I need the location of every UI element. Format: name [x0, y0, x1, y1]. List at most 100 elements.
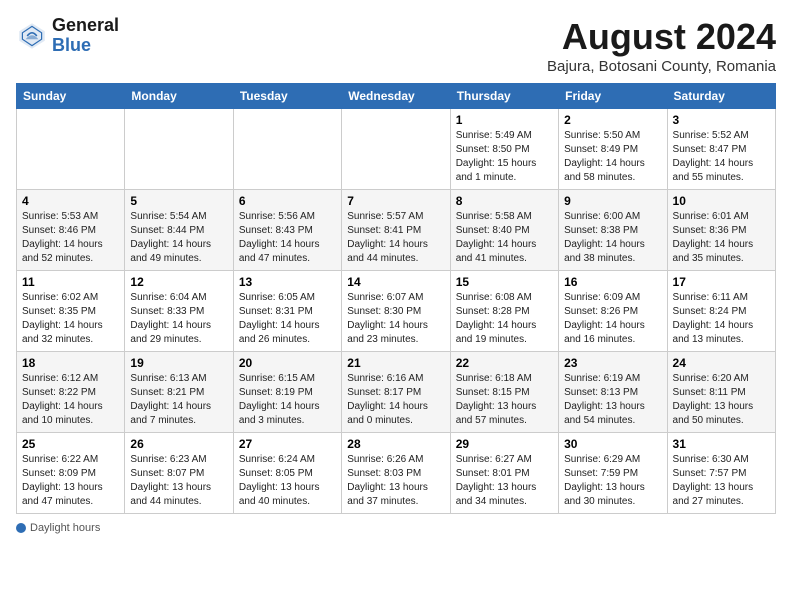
calendar-cell: 28Sunrise: 6:26 AM Sunset: 8:03 PM Dayli…	[342, 433, 450, 514]
calendar-cell: 13 Sunrise: 6:05 AM Sunset: 8:31 PM Dayli…	[233, 271, 341, 352]
day-info: Sunrise: 5:50 AM Sunset: 8:49 PM Dayligh…	[564, 129, 661, 185]
logo: General Blue	[16, 16, 119, 56]
day-info: Sunrise: 5:49 AM Sunset: 8:50 PM Dayligh…	[456, 129, 553, 185]
logo-icon	[16, 20, 48, 52]
day-info: Sunrise: 6:00 AM Sunset: 8:38 PM Dayligh…	[564, 210, 661, 266]
calendar-cell	[233, 109, 341, 190]
day-info: Sunrise: 6:11 AM Sunset: 8:24 PM Dayligh…	[673, 291, 770, 347]
day-number: 29	[456, 437, 553, 451]
calendar-cell: 25Sunrise: 6:22 AM Sunset: 8:09 PM Dayli…	[17, 433, 125, 514]
calendar-day-header: Thursday	[450, 84, 558, 109]
day-number: 22	[456, 356, 553, 370]
day-number: 5	[130, 194, 227, 208]
calendar-cell: 3 Sunrise: 5:52 AM Sunset: 8:47 PM Daylig…	[667, 109, 775, 190]
page-header: General Blue August 2024 Bajura, Botosan…	[16, 16, 776, 75]
calendar-header-row: SundayMondayTuesdayWednesdayThursdayFrid…	[17, 84, 776, 109]
day-number: 27	[239, 437, 336, 451]
day-number: 25	[22, 437, 119, 451]
day-info: Sunrise: 5:53 AM Sunset: 8:46 PM Dayligh…	[22, 210, 119, 266]
calendar-day-header: Wednesday	[342, 84, 450, 109]
day-info: Sunrise: 6:04 AM Sunset: 8:33 PM Dayligh…	[130, 291, 227, 347]
day-info: Sunrise: 6:15 AM Sunset: 8:19 PM Dayligh…	[239, 372, 336, 428]
calendar-cell	[125, 109, 233, 190]
calendar-cell: 14 Sunrise: 6:07 AM Sunset: 8:30 PM Dayli…	[342, 271, 450, 352]
day-number: 10	[673, 194, 770, 208]
calendar-cell: 30Sunrise: 6:29 AM Sunset: 7:59 PM Dayli…	[559, 433, 667, 514]
day-info: Sunrise: 6:26 AM Sunset: 8:03 PM Dayligh…	[347, 453, 444, 509]
day-number: 3	[673, 113, 770, 127]
day-info: Sunrise: 6:24 AM Sunset: 8:05 PM Dayligh…	[239, 453, 336, 509]
daylight-label: Daylight hours	[30, 522, 100, 534]
calendar-week-row: 18 Sunrise: 6:12 AM Sunset: 8:22 PM Dayli…	[17, 352, 776, 433]
calendar-cell: 4 Sunrise: 5:53 AM Sunset: 8:46 PM Daylig…	[17, 190, 125, 271]
day-info: Sunrise: 6:02 AM Sunset: 8:35 PM Dayligh…	[22, 291, 119, 347]
day-info: Sunrise: 5:52 AM Sunset: 8:47 PM Dayligh…	[673, 129, 770, 185]
calendar-cell	[342, 109, 450, 190]
calendar-cell: 21Sunrise: 6:16 AM Sunset: 8:17 PM Dayli…	[342, 352, 450, 433]
calendar-cell: 9 Sunrise: 6:00 AM Sunset: 8:38 PM Daylig…	[559, 190, 667, 271]
day-info: Sunrise: 5:57 AM Sunset: 8:41 PM Dayligh…	[347, 210, 444, 266]
day-number: 18	[22, 356, 119, 370]
calendar-week-row: 4 Sunrise: 5:53 AM Sunset: 8:46 PM Daylig…	[17, 190, 776, 271]
day-number: 19	[130, 356, 227, 370]
day-info: Sunrise: 6:09 AM Sunset: 8:26 PM Dayligh…	[564, 291, 661, 347]
calendar-cell: 2 Sunrise: 5:50 AM Sunset: 8:49 PM Daylig…	[559, 109, 667, 190]
day-number: 8	[456, 194, 553, 208]
calendar-day-header: Tuesday	[233, 84, 341, 109]
day-number: 11	[22, 275, 119, 289]
day-number: 13	[239, 275, 336, 289]
day-number: 26	[130, 437, 227, 451]
logo-text: General Blue	[52, 16, 119, 56]
day-number: 4	[22, 194, 119, 208]
calendar-cell: 22 Sunrise: 6:18 AM Sunset: 8:15 PM Dayli…	[450, 352, 558, 433]
day-number: 6	[239, 194, 336, 208]
day-number: 20	[239, 356, 336, 370]
day-info: Sunrise: 6:16 AM Sunset: 8:17 PM Dayligh…	[347, 372, 444, 428]
calendar-cell: 29 Sunrise: 6:27 AM Sunset: 8:01 PM Dayli…	[450, 433, 558, 514]
calendar-cell: 6 Sunrise: 5:56 AM Sunset: 8:43 PM Daylig…	[233, 190, 341, 271]
calendar-cell: 24 Sunrise: 6:20 AM Sunset: 8:11 PM Dayli…	[667, 352, 775, 433]
day-info: Sunrise: 6:13 AM Sunset: 8:21 PM Dayligh…	[130, 372, 227, 428]
day-info: Sunrise: 6:07 AM Sunset: 8:30 PM Dayligh…	[347, 291, 444, 347]
calendar-cell: 8Sunrise: 5:58 AM Sunset: 8:40 PM Daylig…	[450, 190, 558, 271]
day-info: Sunrise: 5:56 AM Sunset: 8:43 PM Dayligh…	[239, 210, 336, 266]
calendar-cell: 19 Sunrise: 6:13 AM Sunset: 8:21 PM Dayli…	[125, 352, 233, 433]
calendar-cell: 10Sunrise: 6:01 AM Sunset: 8:36 PM Dayli…	[667, 190, 775, 271]
day-number: 14	[347, 275, 444, 289]
day-info: Sunrise: 6:05 AM Sunset: 8:31 PM Dayligh…	[239, 291, 336, 347]
calendar-cell: 1Sunrise: 5:49 AM Sunset: 8:50 PM Daylig…	[450, 109, 558, 190]
day-info: Sunrise: 5:54 AM Sunset: 8:44 PM Dayligh…	[130, 210, 227, 266]
footer-note: Daylight hours	[16, 522, 776, 534]
day-info: Sunrise: 6:18 AM Sunset: 8:15 PM Dayligh…	[456, 372, 553, 428]
daylight-legend: Daylight hours	[16, 522, 100, 534]
day-number: 15	[456, 275, 553, 289]
day-number: 9	[564, 194, 661, 208]
calendar-cell: 7 Sunrise: 5:57 AM Sunset: 8:41 PM Daylig…	[342, 190, 450, 271]
day-info: Sunrise: 6:27 AM Sunset: 8:01 PM Dayligh…	[456, 453, 553, 509]
day-info: Sunrise: 6:12 AM Sunset: 8:22 PM Dayligh…	[22, 372, 119, 428]
calendar-cell	[17, 109, 125, 190]
calendar-cell: 16 Sunrise: 6:09 AM Sunset: 8:26 PM Dayli…	[559, 271, 667, 352]
day-number: 2	[564, 113, 661, 127]
calendar-day-header: Sunday	[17, 84, 125, 109]
calendar-cell: 27 Sunrise: 6:24 AM Sunset: 8:05 PM Dayli…	[233, 433, 341, 514]
day-info: Sunrise: 6:29 AM Sunset: 7:59 PM Dayligh…	[564, 453, 661, 509]
location-subtitle: Bajura, Botosani County, Romania	[547, 58, 776, 75]
day-number: 24	[673, 356, 770, 370]
day-info: Sunrise: 6:30 AM Sunset: 7:57 PM Dayligh…	[673, 453, 770, 509]
calendar-day-header: Friday	[559, 84, 667, 109]
calendar-cell: 5 Sunrise: 5:54 AM Sunset: 8:44 PM Daylig…	[125, 190, 233, 271]
day-number: 17	[673, 275, 770, 289]
day-number: 7	[347, 194, 444, 208]
calendar-cell: 20 Sunrise: 6:15 AM Sunset: 8:19 PM Dayli…	[233, 352, 341, 433]
month-year-title: August 2024	[547, 16, 776, 58]
calendar-day-header: Monday	[125, 84, 233, 109]
calendar-week-row: 11 Sunrise: 6:02 AM Sunset: 8:35 PM Dayli…	[17, 271, 776, 352]
day-number: 16	[564, 275, 661, 289]
calendar-cell: 18 Sunrise: 6:12 AM Sunset: 8:22 PM Dayli…	[17, 352, 125, 433]
calendar-cell: 12Sunrise: 6:04 AM Sunset: 8:33 PM Dayli…	[125, 271, 233, 352]
day-info: Sunrise: 6:19 AM Sunset: 8:13 PM Dayligh…	[564, 372, 661, 428]
calendar-cell: 11 Sunrise: 6:02 AM Sunset: 8:35 PM Dayli…	[17, 271, 125, 352]
day-info: Sunrise: 6:20 AM Sunset: 8:11 PM Dayligh…	[673, 372, 770, 428]
calendar-cell: 17 Sunrise: 6:11 AM Sunset: 8:24 PM Dayli…	[667, 271, 775, 352]
